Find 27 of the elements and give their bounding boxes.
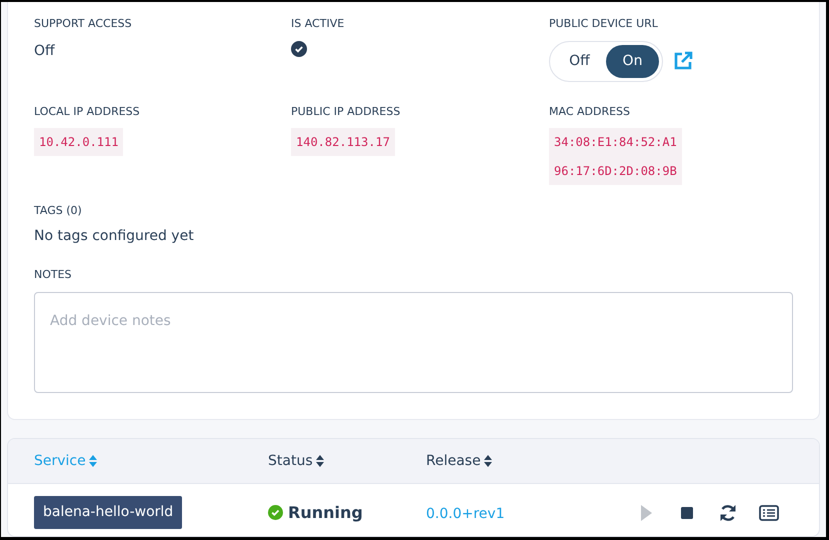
toggle-option[interactable]: Off [553,44,606,78]
field-label: SUPPORT ACCESS [34,16,132,32]
field-label: LOCAL IP ADDRESS [34,104,140,120]
sort-icon [482,455,493,467]
code-text: 34:08:E1:84:52:A1 [554,134,677,151]
code-text: 10.42.0.111 [39,134,118,151]
field-label: NOTES [34,266,73,282]
notes-field[interactable]: Add device notes [34,292,793,393]
code-text: 140.82.113.17 [296,134,390,151]
column-header[interactable]: Status [268,450,426,472]
external-link-icon[interactable] [673,51,693,71]
field-value: Off [34,42,55,60]
field-label: MAC ADDRESS [549,104,630,120]
code-text: 96:17:6D:2D:08:9B [554,163,677,180]
check-circle-icon [268,505,283,520]
toggle-switch[interactable]: Off On [549,40,663,82]
field-label: TAGS (0) [34,203,83,219]
field-label: PUBLIC IP ADDRESS [291,104,400,120]
field-value: No tags configured yet [34,226,195,246]
sort-icon [88,455,98,467]
toggle-option[interactable]: On [606,44,659,78]
field-label: IS ACTIVE [291,16,344,32]
sort-icon [314,455,325,467]
status-text: Running [288,502,363,524]
service-tag: balena-hello-world [34,496,182,529]
column-header[interactable]: Release [426,450,546,472]
field-label: PUBLIC DEVICE URL [549,16,658,32]
